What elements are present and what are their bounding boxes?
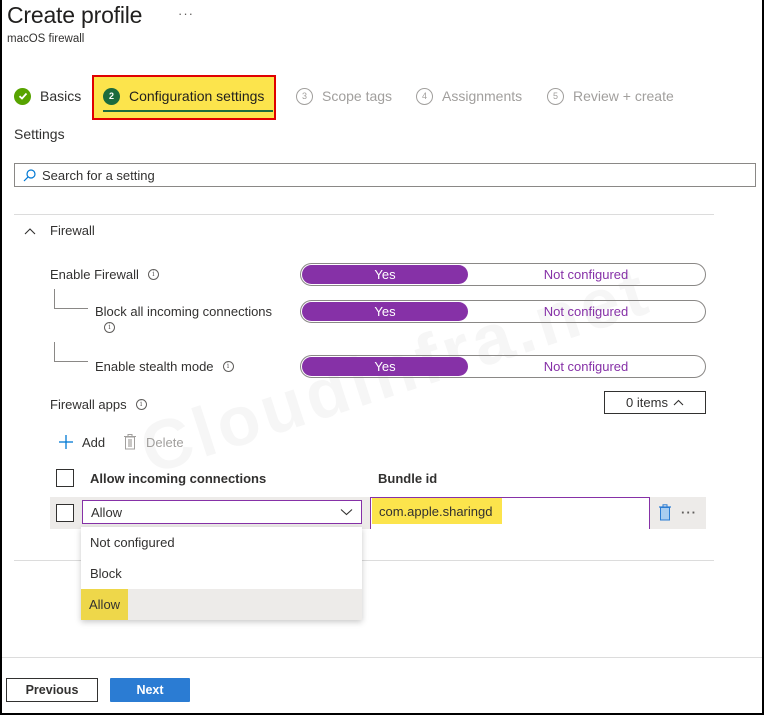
delete-button[interactable]: Delete — [123, 434, 184, 450]
items-count: 0 items — [626, 395, 668, 410]
step-label: Basics — [40, 88, 82, 104]
setting-label: Enable stealth mode — [95, 359, 214, 374]
step-basics[interactable]: Basics — [14, 83, 81, 109]
add-button[interactable]: Add — [58, 434, 105, 450]
setting-label: Firewall apps — [50, 397, 127, 412]
column-header-allow: Allow incoming connections — [90, 471, 267, 486]
info-icon[interactable]: i — [222, 361, 234, 372]
section-divider — [14, 214, 714, 215]
step-number-icon: 5 — [547, 87, 564, 105]
step-label: Scope tags — [322, 88, 393, 104]
step-number-icon: 2 — [103, 87, 120, 105]
row-more-options-button[interactable]: ··· — [681, 505, 697, 520]
option-label: Not configured — [90, 535, 175, 550]
select-value: Allow — [91, 504, 123, 520]
more-options-button[interactable]: ··· — [178, 6, 194, 21]
yes-option[interactable]: Yes — [302, 302, 468, 321]
row-checkbox[interactable] — [56, 504, 74, 522]
firewall-apps-label: Firewall apps i — [50, 397, 147, 412]
footer-divider — [2, 657, 762, 658]
step-configuration-settings[interactable]: 2 Configuration settings — [103, 83, 264, 109]
settings-heading: Settings — [14, 126, 65, 142]
step-scope-tags[interactable]: 3 Scope tags — [296, 83, 392, 109]
step-label: Assignments — [442, 88, 523, 104]
chevron-up-icon — [24, 227, 36, 234]
step-number-icon: 4 — [416, 87, 433, 105]
items-toggle-button[interactable]: 0 items — [604, 391, 706, 414]
stealth-mode-toggle[interactable]: Yes Not configured — [300, 355, 706, 378]
step-number-icon: 3 — [296, 87, 313, 105]
plus-icon — [59, 435, 73, 449]
step-review-create[interactable]: 5 Review + create — [547, 83, 674, 109]
info-icon[interactable]: i — [147, 269, 159, 280]
setting-label: Enable Firewall — [50, 267, 139, 282]
enable-firewall-toggle[interactable]: Yes Not configured — [300, 263, 706, 286]
next-button[interactable]: Next — [110, 678, 190, 702]
block-incoming-toggle[interactable]: Yes Not configured — [300, 300, 706, 323]
info-icon[interactable]: i — [135, 399, 147, 410]
option-label: Block — [90, 566, 122, 581]
search-icon — [23, 168, 36, 181]
page-title: Create profile — [7, 2, 143, 28]
dropdown-option-not-configured[interactable]: Not configured — [81, 527, 362, 558]
option-label: Allow — [81, 589, 129, 620]
trash-icon — [124, 434, 136, 450]
add-label: Add — [82, 434, 106, 450]
current-step-underline — [103, 110, 273, 112]
enable-firewall-label: Enable Firewall i — [50, 267, 159, 282]
search-placeholder: Search for a setting — [42, 167, 155, 183]
not-configured-option[interactable]: Not configured — [468, 304, 704, 319]
step-assignments[interactable]: 4 Assignments — [416, 83, 522, 109]
page-subtitle: macOS firewall — [7, 33, 85, 45]
tree-connector — [54, 342, 88, 362]
info-icon[interactable]: i — [104, 322, 115, 333]
not-configured-option[interactable]: Not configured — [468, 359, 704, 374]
select-all-checkbox[interactable] — [56, 469, 74, 487]
step-label: Configuration settings — [129, 88, 265, 104]
chevron-down-icon — [340, 509, 353, 516]
step-label: Review + create — [573, 88, 674, 104]
delete-label: Delete — [146, 434, 184, 450]
trash-icon — [659, 504, 671, 521]
dropdown-option-block[interactable]: Block — [81, 558, 362, 589]
dropdown-option-allow[interactable]: Allow — [81, 589, 362, 620]
allow-dropdown-menu: Not configured Block Allow — [81, 527, 362, 620]
setting-label: Block all incoming connections — [95, 304, 273, 319]
column-header-bundle-id: Bundle id — [378, 471, 438, 486]
tree-connector — [54, 289, 88, 309]
chevron-up-icon — [673, 399, 684, 406]
row-delete-button[interactable] — [658, 504, 672, 526]
not-configured-option[interactable]: Not configured — [468, 267, 704, 282]
yes-option[interactable]: Yes — [302, 265, 468, 284]
stealth-mode-label: Enable stealth mode i — [95, 359, 234, 374]
firewall-section-title: Firewall — [50, 223, 95, 238]
previous-button[interactable]: Previous — [6, 678, 98, 702]
allow-incoming-select[interactable]: Allow — [82, 500, 362, 524]
yes-option[interactable]: Yes — [302, 357, 468, 376]
block-incoming-label: Block all incoming connections — [95, 304, 272, 319]
checkmark-icon — [14, 87, 31, 105]
firewall-section-toggle[interactable]: Firewall — [24, 223, 95, 238]
bundle-id-value: com.apple.sharingd — [372, 498, 502, 524]
search-input[interactable]: Search for a setting — [14, 163, 756, 187]
